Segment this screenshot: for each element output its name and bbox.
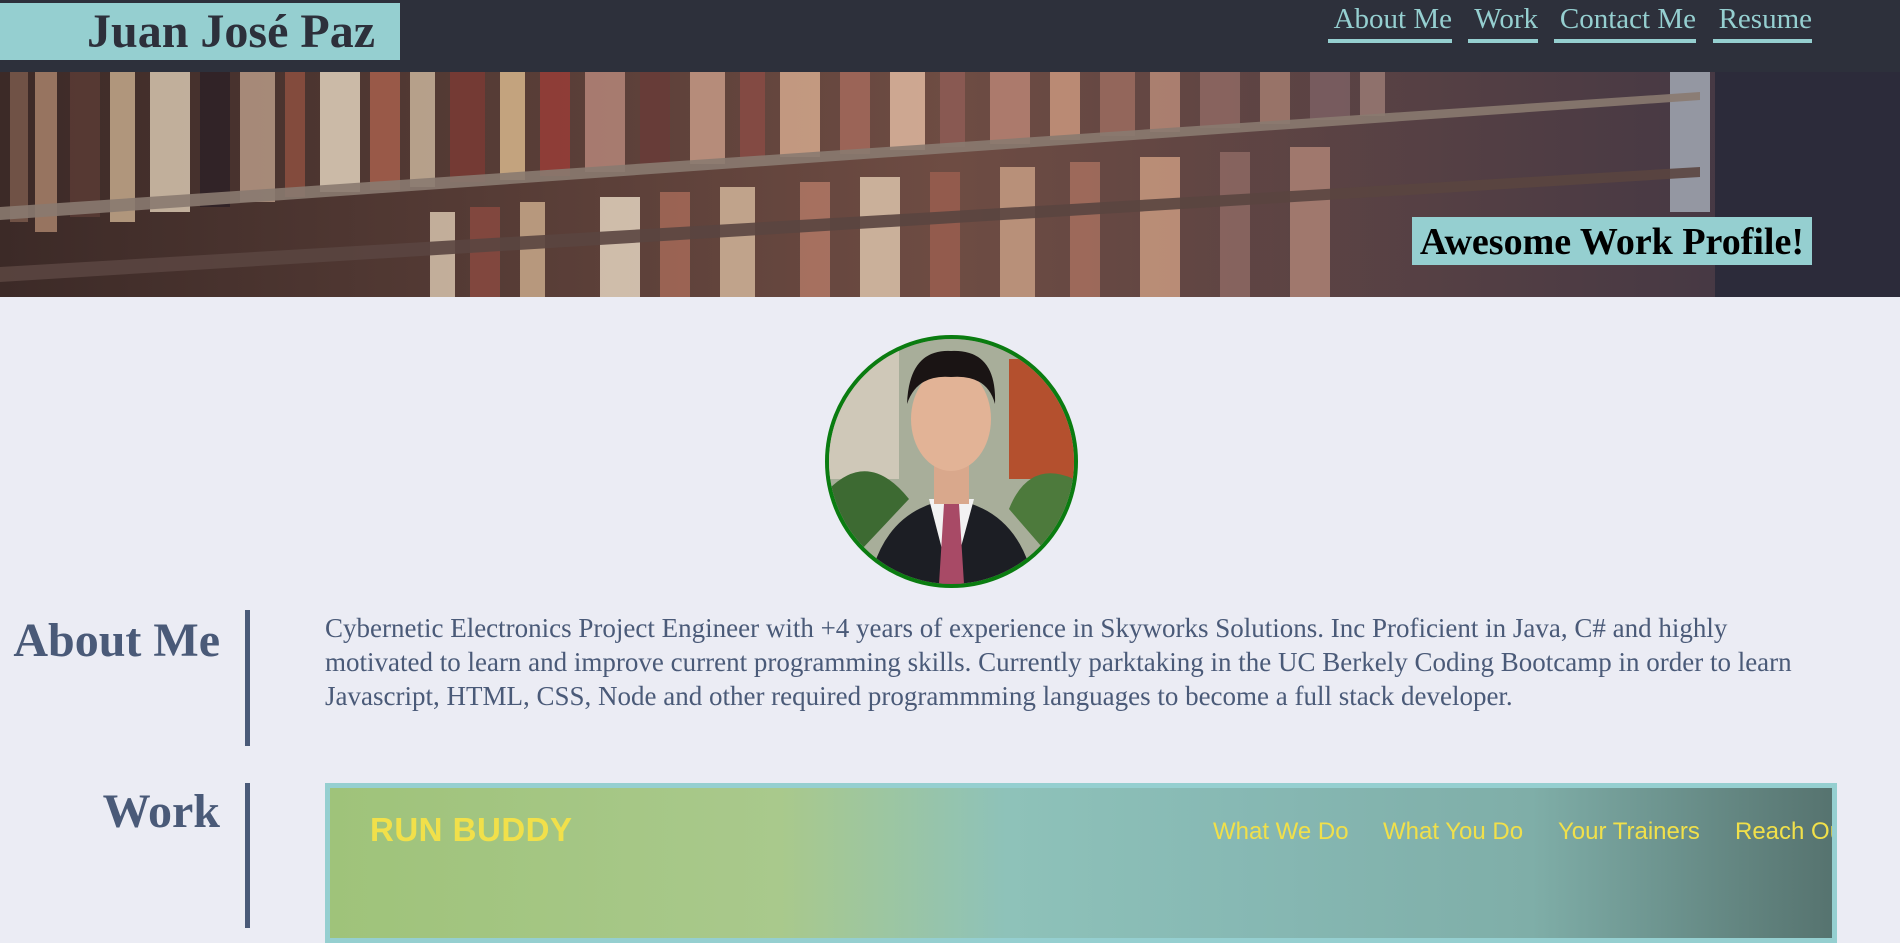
work-divider bbox=[245, 783, 250, 928]
project-link-what-we-do[interactable]: What We Do bbox=[1213, 818, 1349, 846]
about-divider bbox=[245, 610, 250, 746]
about-body: Cybernetic Electronics Project Engineer … bbox=[325, 613, 1792, 711]
nav-work[interactable]: Work bbox=[1468, 2, 1538, 43]
nav-about-me[interactable]: About Me bbox=[1327, 2, 1452, 43]
project-link-your-trainers[interactable]: Your Trainers bbox=[1558, 818, 1700, 846]
site-header: Juan José Paz About Me Work Contact Me R… bbox=[0, 0, 1900, 72]
hero-banner: Awesome Work Profile! bbox=[0, 72, 1900, 297]
nav-contact-me[interactable]: Contact Me bbox=[1553, 2, 1696, 43]
project-link-what-you-do[interactable]: What You Do bbox=[1383, 818, 1523, 846]
project-card-run-buddy[interactable]: RUN BUDDY What We Do What You Do Your Tr… bbox=[325, 783, 1837, 943]
project-brand: RUN BUDDY bbox=[370, 811, 573, 848]
work-heading: Work bbox=[102, 785, 220, 838]
project-link-reach-out[interactable]: Reach Ou bbox=[1735, 818, 1832, 846]
about-heading: About Me bbox=[13, 614, 220, 667]
hero-tagline: Awesome Work Profile! bbox=[1411, 217, 1812, 265]
nav-resume[interactable]: Resume bbox=[1712, 2, 1812, 43]
site-title: Juan José Paz bbox=[0, 3, 400, 60]
profile-photo bbox=[825, 335, 1078, 588]
person-icon bbox=[829, 339, 1074, 584]
